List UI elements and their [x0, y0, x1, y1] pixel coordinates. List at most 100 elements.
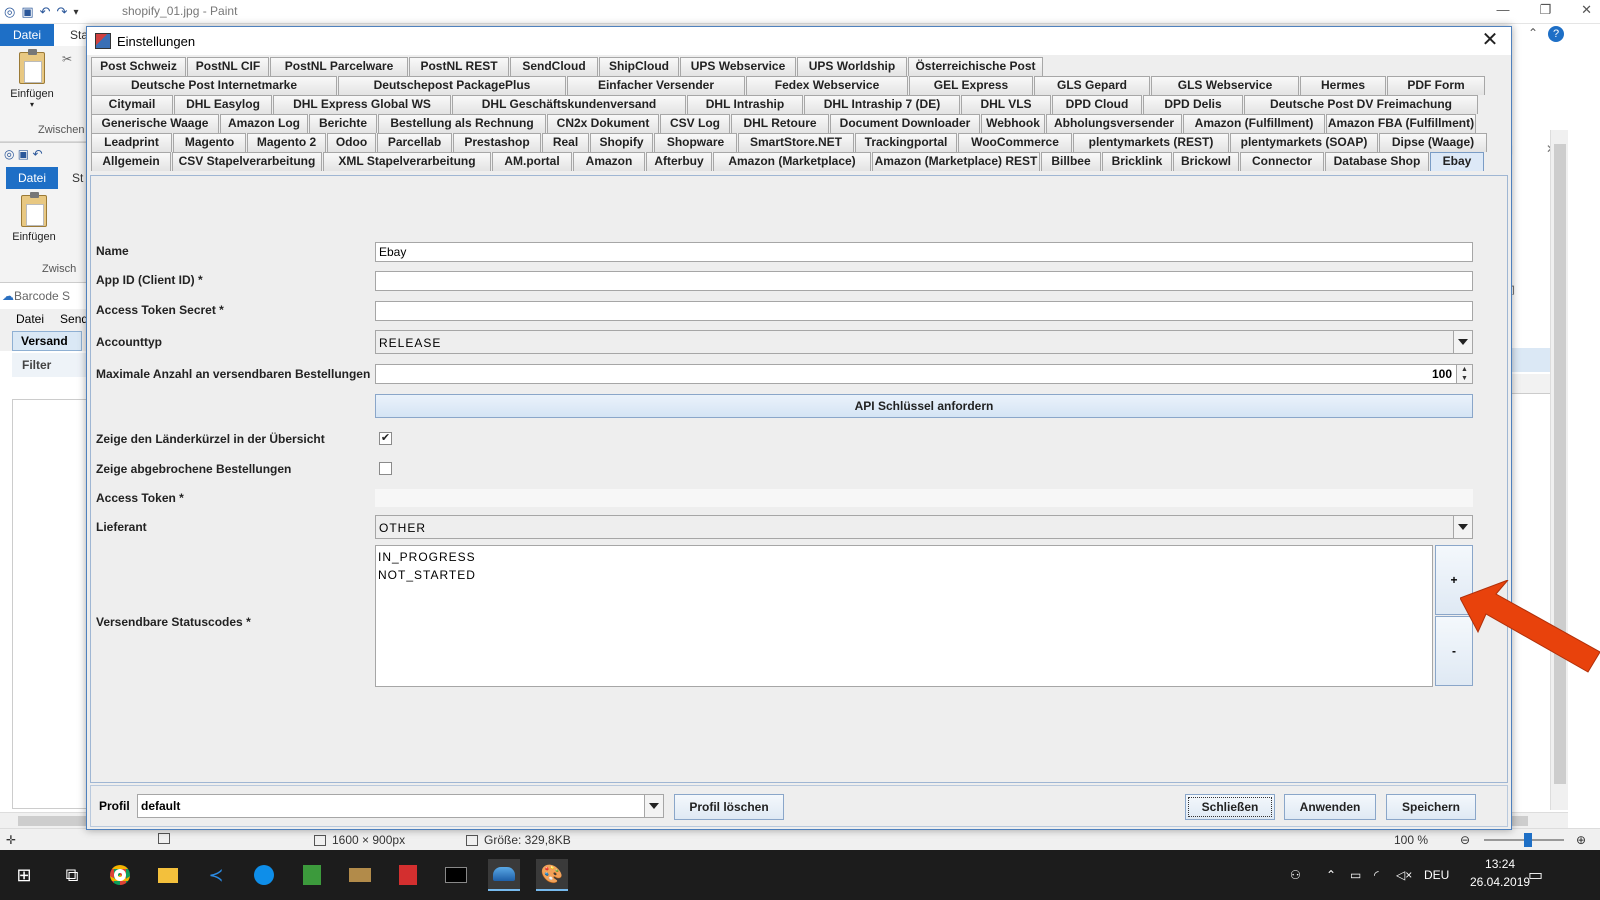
tab-cn2x-dokument[interactable]: CN2x Dokument: [547, 114, 659, 133]
name-field[interactable]: [375, 242, 1473, 262]
tab-smartstore-net[interactable]: SmartStore.NET: [738, 133, 854, 152]
tab-gls-webservice[interactable]: GLS Webservice: [1151, 76, 1299, 95]
tab-xml-stapelverarbeitung[interactable]: XML Stapelverarbeitung: [323, 152, 491, 171]
notification-icon[interactable]: ▭: [1528, 850, 1543, 900]
tab-allgemein[interactable]: Allgemein: [91, 152, 171, 171]
tab-trackingportal[interactable]: Trackingportal: [855, 133, 957, 152]
tab-amazon-log[interactable]: Amazon Log: [220, 114, 308, 133]
tab-postnl-rest[interactable]: PostNL REST: [409, 57, 509, 76]
tab-dhl-easylog[interactable]: DHL Easylog: [174, 95, 272, 114]
close-icon[interactable]: ✕: [1479, 29, 1501, 51]
tab-dhl-express-global-ws[interactable]: DHL Express Global WS: [273, 95, 451, 114]
zoom-out-icon[interactable]: ⊖: [1460, 833, 1470, 847]
cut-icon[interactable]: ✂: [62, 52, 72, 66]
tab-pdf-form[interactable]: PDF Form: [1387, 76, 1485, 95]
tab-postnl-parcelware[interactable]: PostNL Parcelware: [270, 57, 408, 76]
spinner-down-icon[interactable]: ▼: [1457, 374, 1472, 383]
tab-berichte[interactable]: Berichte: [309, 114, 377, 133]
tab-dhl-vls[interactable]: DHL VLS: [961, 95, 1051, 114]
tab-sendcloud[interactable]: SendCloud: [510, 57, 598, 76]
tab-amazon-fba-fulfillment[interactable]: Amazon FBA (Fulfillment): [1326, 114, 1476, 133]
tab-ups-webservice[interactable]: UPS Webservice: [680, 57, 796, 76]
tab-citymail[interactable]: Citymail: [91, 95, 173, 114]
file-explorer-icon[interactable]: [152, 859, 184, 891]
paint-tab-file[interactable]: Datei: [0, 24, 54, 46]
teamviewer-icon[interactable]: [248, 859, 280, 891]
apply-button[interactable]: Anwenden: [1284, 794, 1376, 820]
profile-select[interactable]: default: [137, 794, 664, 818]
tab-csv-stapelverarbeitung[interactable]: CSV Stapelverarbeitung: [172, 152, 322, 171]
chevron-down-icon[interactable]: [1453, 331, 1472, 353]
tab-woocommerce[interactable]: WooCommerce: [958, 133, 1072, 152]
max-orders-spinner[interactable]: 100 ▲ ▼: [375, 364, 1473, 384]
paint-taskbar-icon[interactable]: 🎨: [536, 859, 568, 891]
request-api-key-button[interactable]: API Schlüssel anfordern: [375, 394, 1473, 418]
tab-abholungsversender[interactable]: Abholungsversender: [1046, 114, 1182, 133]
tab-dhl-intraship-7-de[interactable]: DHL Intraship 7 (DE): [804, 95, 960, 114]
help-icon[interactable]: ?: [1548, 26, 1564, 42]
close-button[interactable]: Schließen: [1185, 794, 1275, 820]
accounttype-select[interactable]: RELEASE: [375, 330, 1473, 354]
terminal-icon[interactable]: [440, 859, 472, 891]
tab-shopware[interactable]: Shopware: [654, 133, 737, 152]
show-country-code-checkbox[interactable]: ✔: [379, 432, 392, 445]
tab-amazon-marketplace[interactable]: Amazon (Marketplace): [713, 152, 871, 171]
tab-generische-waage[interactable]: Generische Waage: [91, 114, 219, 133]
nested-tab-start[interactable]: St: [72, 171, 83, 185]
tray-expand-icon[interactable]: ⌃: [1326, 850, 1336, 900]
list-item[interactable]: IN_PROGRESS: [378, 548, 1430, 566]
tab-dipse-waage[interactable]: Dipse (Waage): [1379, 133, 1487, 152]
tab-brickowl[interactable]: Brickowl: [1173, 152, 1239, 171]
tab-parcellab[interactable]: Parcellab: [377, 133, 452, 152]
tab-fedex-webservice[interactable]: Fedex Webservice: [746, 76, 908, 95]
redo-icon[interactable]: ↷: [57, 4, 68, 20]
save-icon[interactable]: ▣: [21, 4, 33, 20]
paint-vertical-scrollbar[interactable]: [1550, 130, 1568, 810]
save-button[interactable]: Speichern: [1386, 794, 1476, 820]
close-icon[interactable]: ✕: [1581, 2, 1592, 18]
zoom-slider-thumb[interactable]: [1524, 833, 1532, 847]
tab-amazon-fulfillment[interactable]: Amazon (Fulfillment): [1183, 114, 1325, 133]
tab-hermes[interactable]: Hermes: [1300, 76, 1386, 95]
maximize-icon[interactable]: ❐: [1539, 2, 1551, 18]
tab-dpd-cloud[interactable]: DPD Cloud: [1052, 95, 1142, 114]
tab-gel-express[interactable]: GEL Express: [909, 76, 1033, 95]
tab-dpd-delis[interactable]: DPD Delis: [1143, 95, 1243, 114]
tab-shopify[interactable]: Shopify: [590, 133, 653, 152]
tab-amazon-marketplace-rest[interactable]: Amazon (Marketplace) REST: [872, 152, 1040, 171]
tab-amazon[interactable]: Amazon: [573, 152, 645, 171]
tab-webhook[interactable]: Webhook: [981, 114, 1045, 133]
barcode-order-list[interactable]: [12, 399, 90, 809]
tab-leadprint[interactable]: Leadprint: [91, 133, 172, 152]
chrome-icon[interactable]: [104, 859, 136, 891]
tab-connector[interactable]: Connector: [1240, 152, 1324, 171]
nested-paste-button[interactable]: Einfügen: [8, 192, 60, 243]
tab-odoo[interactable]: Odoo: [327, 133, 376, 152]
delete-profile-button[interactable]: Profil löschen: [674, 794, 784, 820]
spreadsheet-icon[interactable]: [296, 859, 328, 891]
tab-database-shop[interactable]: Database Shop: [1325, 152, 1429, 171]
filter-label[interactable]: Filter: [12, 353, 90, 377]
barcode-app-taskbar-icon[interactable]: [488, 859, 520, 891]
battery-icon[interactable]: ▭: [1350, 850, 1361, 900]
chevron-down-icon[interactable]: [1453, 516, 1472, 538]
customize-qat-icon[interactable]: ▾: [73, 7, 78, 18]
paste-button[interactable]: Einfügen ▾: [6, 49, 58, 109]
chevron-down-icon[interactable]: [644, 795, 663, 817]
list-item[interactable]: NOT_STARTED: [378, 566, 1430, 584]
tab-gls-gepard[interactable]: GLS Gepard: [1034, 76, 1150, 95]
tab-deutschepost-packageplus[interactable]: Deutschepost PackagePlus: [338, 76, 566, 95]
pdf-icon[interactable]: [392, 859, 424, 891]
menu-datei[interactable]: Datei: [16, 312, 44, 326]
tab-magento-2[interactable]: Magento 2: [247, 133, 326, 152]
zoom-in-icon[interactable]: ⊕: [1576, 833, 1586, 847]
tab-dhl-retoure[interactable]: DHL Retoure: [731, 114, 829, 133]
windows-start-icon[interactable]: ⊞: [8, 859, 40, 891]
language-indicator[interactable]: DEU: [1424, 850, 1449, 900]
tab-ebay[interactable]: Ebay: [1430, 152, 1484, 171]
tab-shipcloud[interactable]: ShipCloud: [599, 57, 679, 76]
tab-dhl-intraship[interactable]: DHL Intraship: [687, 95, 803, 114]
tab-österreichische-post[interactable]: Österreichische Post: [908, 57, 1043, 76]
ribbon-collapse-icon[interactable]: ⌃: [1528, 26, 1538, 40]
tab-magento[interactable]: Magento: [173, 133, 246, 152]
